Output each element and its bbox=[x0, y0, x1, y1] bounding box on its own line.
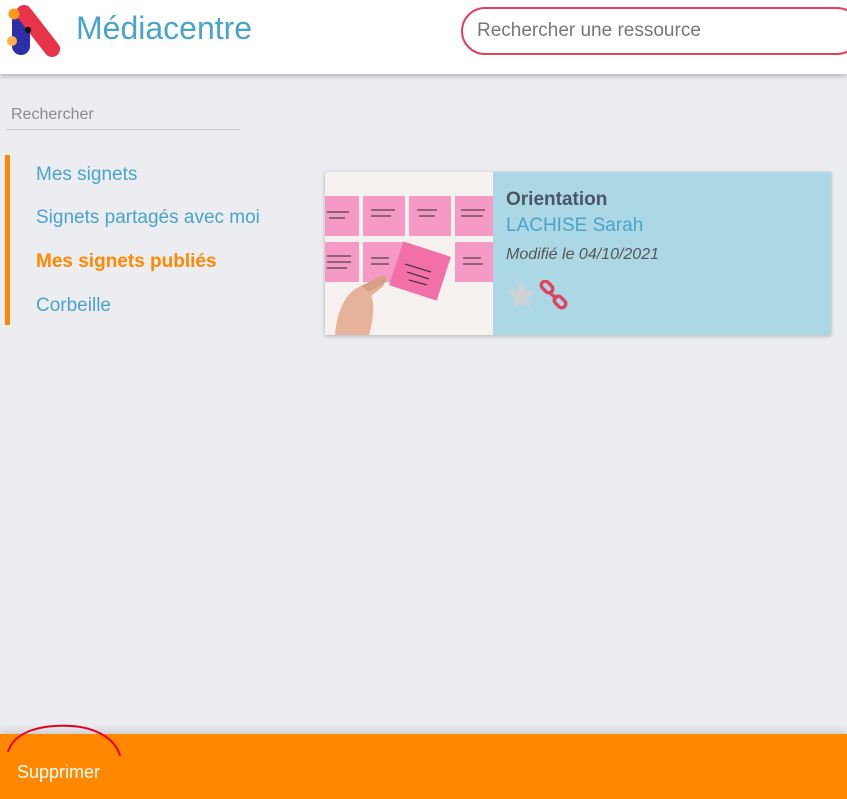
mediacentre-logo[interactable] bbox=[4, 5, 64, 57]
delete-button[interactable]: Supprimer bbox=[17, 762, 100, 783]
sidebar-search-input[interactable] bbox=[6, 100, 240, 130]
sidebar-item-mes-signets[interactable]: Mes signets bbox=[36, 164, 137, 186]
resource-search-input[interactable] bbox=[461, 7, 847, 55]
resource-date: Modifié le 04/10/2021 bbox=[506, 246, 659, 263]
sidebar-item-signets-partages[interactable]: Signets partagés avec moi bbox=[36, 207, 260, 229]
resource-card[interactable]: Orientation LACHISE Sarah Modifié le 04/… bbox=[325, 172, 831, 335]
resource-thumbnail bbox=[325, 172, 493, 335]
sidebar-item-signets-publies[interactable]: Mes signets publiés bbox=[36, 251, 217, 273]
resource-title[interactable]: Orientation bbox=[506, 189, 607, 211]
app-header: Médiacentre bbox=[0, 0, 847, 74]
link-icon[interactable] bbox=[538, 280, 570, 312]
nav-accent-bar bbox=[5, 155, 10, 325]
app-title: Médiacentre bbox=[76, 10, 253, 46]
action-footer: Supprimer bbox=[0, 734, 847, 799]
resource-author: LACHISE Sarah bbox=[506, 215, 644, 236]
sidebar-item-corbeille[interactable]: Corbeille bbox=[36, 295, 111, 317]
star-icon[interactable] bbox=[505, 279, 537, 311]
